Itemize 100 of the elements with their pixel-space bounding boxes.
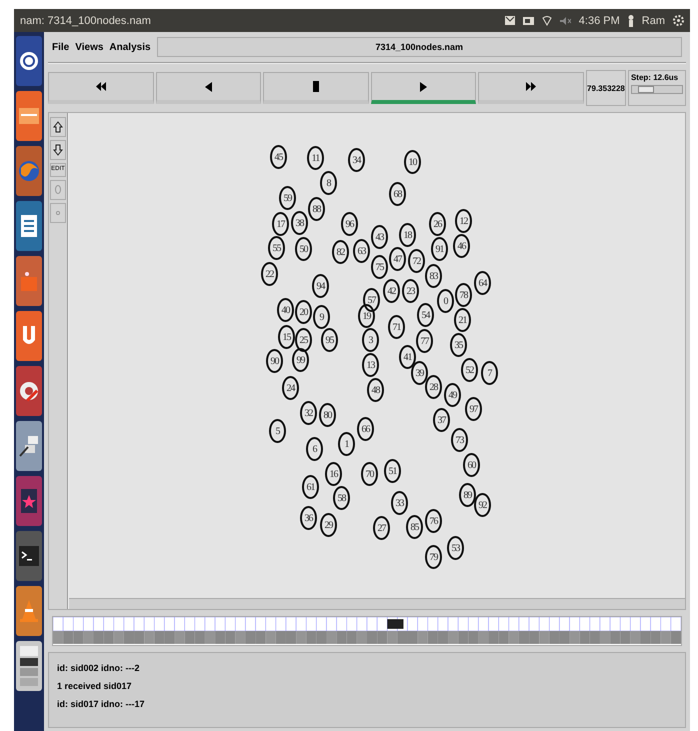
clock[interactable]: 4:36 PM [578, 14, 620, 26]
node: 8 [320, 171, 337, 195]
log-line: 1 received sid017 [57, 681, 133, 691]
node: 39 [411, 361, 428, 385]
magnet-icon[interactable] [22, 326, 36, 346]
node: 17 [272, 212, 289, 236]
node: 27 [373, 516, 390, 540]
node: 60 [463, 453, 480, 477]
step-label: Step: 12.6us [630, 73, 680, 82]
user-name[interactable]: Ram [642, 14, 665, 26]
node: 47 [389, 247, 406, 271]
node: 19 [358, 304, 375, 328]
node: 95 [321, 328, 338, 352]
ellipse-icon [55, 185, 61, 194]
node: 7 [481, 361, 498, 385]
computers-icon[interactable] [19, 435, 39, 457]
power-gear-icon[interactable] [673, 15, 684, 26]
node: 77 [416, 329, 433, 353]
node: 20 [295, 300, 312, 324]
node: 23 [402, 279, 419, 303]
file-name-label: 7314_100nodes.nam [156, 37, 682, 57]
zoom-in-button[interactable] [50, 117, 66, 137]
film-icon[interactable] [21, 489, 37, 513]
node: 49 [444, 383, 461, 407]
fast-forward-icon [526, 82, 536, 91]
gear-icon[interactable] [18, 380, 40, 402]
node: 22 [261, 262, 278, 286]
node: 38 [291, 211, 308, 235]
step-slider[interactable] [630, 85, 683, 94]
menu-item[interactable]: Analysis [109, 42, 151, 52]
play-icon [420, 82, 428, 92]
node: 29 [320, 513, 337, 537]
node: 41 [399, 345, 416, 369]
node: 54 [417, 303, 434, 327]
document-icon[interactable] [21, 215, 37, 237]
node: 78 [455, 283, 472, 307]
mail-icon[interactable] [504, 16, 515, 25]
wifi-icon[interactable] [542, 16, 552, 26]
folder-icon[interactable] [19, 108, 39, 124]
node: 37 [433, 408, 450, 432]
node: 13 [362, 353, 379, 377]
node: 73 [451, 428, 468, 452]
dot-tool-button[interactable] [50, 202, 66, 223]
node: 94 [312, 274, 329, 298]
node: 0 [437, 289, 454, 313]
node: 16 [325, 462, 342, 486]
node: 79 [425, 545, 442, 569]
node: 53 [447, 536, 464, 560]
cone-icon[interactable] [20, 600, 38, 622]
terminal-icon[interactable] [19, 546, 39, 566]
node: 6 [306, 437, 323, 461]
node: 80 [319, 403, 336, 427]
node: 52 [461, 358, 478, 382]
playback-button[interactable] [370, 72, 476, 104]
node: 46 [453, 234, 470, 258]
globe-icon[interactable] [18, 160, 40, 182]
menu-item[interactable]: Views [75, 42, 104, 52]
node: 21 [454, 308, 471, 332]
slider-thumb[interactable] [638, 86, 654, 93]
node: 9 [313, 305, 330, 329]
node: 43 [371, 225, 388, 249]
play-backward-icon [204, 82, 212, 92]
circle-logo-icon[interactable] [19, 51, 39, 71]
node: 10 [404, 150, 421, 174]
node: 90 [266, 349, 283, 373]
node: 40 [277, 298, 294, 322]
node: 57 [363, 288, 380, 312]
node: 72 [408, 249, 425, 273]
menu-item[interactable]: File [52, 42, 70, 52]
node: 34 [348, 148, 365, 172]
node: 75 [371, 255, 388, 279]
node: 55 [268, 236, 285, 260]
zoom-out-button[interactable] [50, 140, 66, 160]
node: 61 [302, 475, 319, 499]
node: 5 [269, 419, 286, 443]
node: 68 [389, 182, 406, 206]
log-line: id: sid017 idno: ---17 [57, 699, 146, 709]
node: 50 [295, 237, 312, 261]
stop-icon [312, 81, 319, 92]
node: 26 [429, 212, 446, 236]
node: 66 [357, 417, 374, 441]
node: 15 [278, 325, 295, 349]
circle-tool-button[interactable] [50, 180, 66, 200]
node: 89 [459, 483, 476, 507]
time-display: 79.353228 [586, 70, 626, 106]
log-line: id: sid002 idno: ---2 [57, 663, 141, 673]
node: 12 [455, 209, 472, 233]
windows-stack-icon[interactable] [18, 646, 40, 686]
node: 83 [425, 264, 442, 288]
horizontal-scrollbar[interactable] [69, 598, 685, 609]
node: 91 [431, 237, 448, 261]
node: 82 [332, 240, 349, 264]
timeline-drawing[interactable] [52, 616, 682, 646]
node: 3 [362, 328, 379, 352]
node: 28 [425, 375, 442, 399]
node: 63 [353, 239, 370, 263]
node: 85 [406, 515, 423, 539]
node: 48 [367, 378, 384, 402]
node: 11 [307, 146, 324, 170]
speaker-icon[interactable] [560, 16, 571, 24]
